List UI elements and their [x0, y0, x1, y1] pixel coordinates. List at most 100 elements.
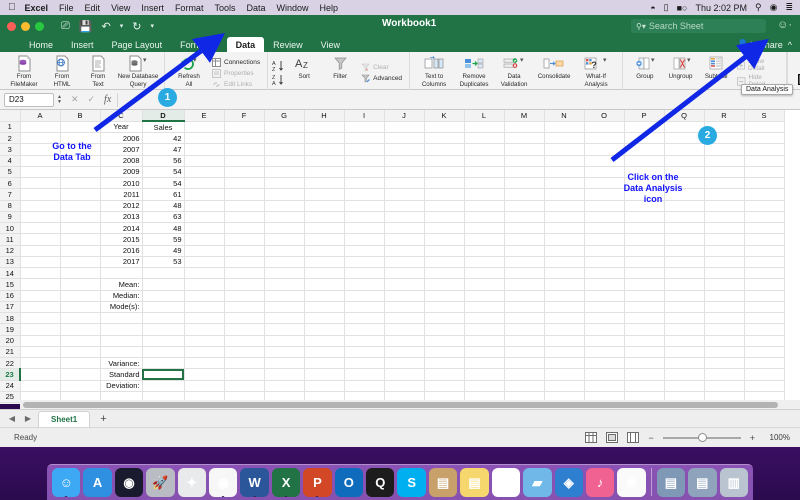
redo-icon[interactable]: ↻	[132, 20, 141, 33]
dock-icon-safari[interactable]: ✦	[178, 468, 206, 497]
row-header-8[interactable]: 8	[0, 200, 20, 211]
cell-D6[interactable]: 54	[142, 178, 184, 189]
cell-Q23[interactable]	[664, 369, 704, 380]
cell-E3[interactable]	[184, 144, 224, 155]
cell-P22[interactable]	[624, 358, 664, 369]
cell-J6[interactable]	[384, 178, 424, 189]
cell-J8[interactable]	[384, 200, 424, 211]
cell-J2[interactable]	[384, 133, 424, 144]
search-icon[interactable]: ⚲	[755, 2, 762, 13]
cell-L12[interactable]	[464, 245, 504, 256]
cell-Q15[interactable]	[664, 279, 704, 290]
cell-J10[interactable]	[384, 223, 424, 234]
cell-B12[interactable]	[60, 245, 100, 256]
column-header-q[interactable]: Q	[664, 110, 704, 121]
column-header-g[interactable]: G	[264, 110, 304, 121]
menu-item-file[interactable]: File	[59, 3, 74, 13]
cell-C19[interactable]	[100, 324, 142, 335]
cell-F12[interactable]	[224, 245, 264, 256]
cell-N1[interactable]	[544, 121, 584, 132]
cell-A1[interactable]	[20, 121, 60, 132]
cell-E7[interactable]	[184, 189, 224, 200]
cell-N3[interactable]	[544, 144, 584, 155]
cell-Q16[interactable]	[664, 290, 704, 301]
cell-M11[interactable]	[504, 234, 544, 245]
cell-N5[interactable]	[544, 166, 584, 177]
cell-B15[interactable]	[60, 279, 100, 290]
cell-H8[interactable]	[304, 200, 344, 211]
row-header-13[interactable]: 13	[0, 256, 20, 267]
row-header-2[interactable]: 2	[0, 133, 20, 144]
cell-G3[interactable]	[264, 144, 304, 155]
cell-G22[interactable]	[264, 358, 304, 369]
cell-N12[interactable]	[544, 245, 584, 256]
cell-N10[interactable]	[544, 223, 584, 234]
cell-P10[interactable]	[624, 223, 664, 234]
cell-J3[interactable]	[384, 144, 424, 155]
row-header-9[interactable]: 9	[0, 211, 20, 222]
column-header-n[interactable]: N	[544, 110, 584, 121]
cell-S14[interactable]	[744, 268, 784, 279]
cell-O23[interactable]	[584, 369, 624, 380]
cell-B21[interactable]	[60, 346, 100, 357]
cell-C18[interactable]	[100, 313, 142, 324]
cell-B1[interactable]	[60, 121, 100, 132]
cell-L7[interactable]	[464, 189, 504, 200]
cell-A17[interactable]	[20, 301, 60, 312]
cell-F19[interactable]	[224, 324, 264, 335]
cell-M4[interactable]	[504, 155, 544, 166]
cell-B8[interactable]	[60, 200, 100, 211]
cell-I20[interactable]	[344, 335, 384, 346]
cell-D10[interactable]: 48	[142, 223, 184, 234]
dock-icon-app-store[interactable]: A	[83, 468, 111, 497]
cell-G17[interactable]	[264, 301, 304, 312]
cell-N19[interactable]	[544, 324, 584, 335]
formula-input[interactable]	[117, 93, 796, 107]
cell-K5[interactable]	[424, 166, 464, 177]
dock-icon-notes[interactable]: ▤	[460, 468, 488, 497]
cell-R18[interactable]	[704, 313, 744, 324]
cell-D19[interactable]	[142, 324, 184, 335]
cell-N9[interactable]	[544, 211, 584, 222]
normal-view-icon[interactable]	[585, 432, 597, 443]
cell-M15[interactable]	[504, 279, 544, 290]
cell-E4[interactable]	[184, 155, 224, 166]
cell-F4[interactable]	[224, 155, 264, 166]
cell-A5[interactable]	[20, 166, 60, 177]
customize-icon[interactable]: ▾	[150, 22, 154, 30]
cell-S19[interactable]	[744, 324, 784, 335]
menu-item-window[interactable]: Window	[276, 3, 308, 13]
cell-F22[interactable]	[224, 358, 264, 369]
column-header-b[interactable]: B	[60, 110, 100, 121]
dock-icon-documents-stack[interactable]: ▤	[657, 468, 685, 497]
cell-N14[interactable]	[544, 268, 584, 279]
cell-I16[interactable]	[344, 290, 384, 301]
cell-M18[interactable]	[504, 313, 544, 324]
cell-H20[interactable]	[304, 335, 344, 346]
cell-H19[interactable]	[304, 324, 344, 335]
cell-Q24[interactable]	[664, 380, 704, 391]
cell-I24[interactable]	[344, 380, 384, 391]
new-database-query-button[interactable]: ▾ New Database Query	[116, 53, 160, 88]
cell-N22[interactable]	[544, 358, 584, 369]
cell-D4[interactable]: 56	[142, 155, 184, 166]
cell-P2[interactable]	[624, 133, 664, 144]
cell-C12[interactable]: 2016	[100, 245, 142, 256]
cell-J21[interactable]	[384, 346, 424, 357]
cell-F1[interactable]	[224, 121, 264, 132]
cell-O16[interactable]	[584, 290, 624, 301]
cell-S10[interactable]	[744, 223, 784, 234]
cell-I5[interactable]	[344, 166, 384, 177]
cell-I11[interactable]	[344, 234, 384, 245]
cell-N4[interactable]	[544, 155, 584, 166]
cell-J20[interactable]	[384, 335, 424, 346]
cell-S24[interactable]	[744, 380, 784, 391]
cell-G9[interactable]	[264, 211, 304, 222]
cell-F6[interactable]	[224, 178, 264, 189]
cell-P15[interactable]	[624, 279, 664, 290]
cell-I18[interactable]	[344, 313, 384, 324]
cell-G6[interactable]	[264, 178, 304, 189]
cell-D11[interactable]: 59	[142, 234, 184, 245]
cell-P18[interactable]	[624, 313, 664, 324]
cell-C21[interactable]	[100, 346, 142, 357]
